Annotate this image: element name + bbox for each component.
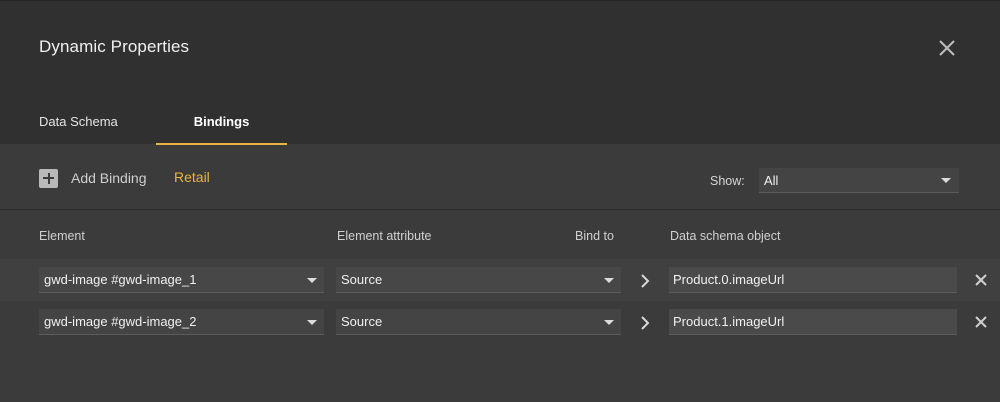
- chevron-right-icon[interactable]: [636, 272, 654, 290]
- chevron-down-icon: [307, 320, 317, 325]
- remove-binding-icon[interactable]: [973, 272, 989, 288]
- binding-row: gwd-image #gwd-image_2 Source Product.1.…: [0, 301, 1000, 343]
- remove-binding-icon[interactable]: [973, 314, 989, 330]
- column-header-bind-to: Bind to: [575, 229, 614, 243]
- dynamic-properties-dialog: Dynamic Properties Data Schema Bindings …: [0, 0, 1000, 402]
- chevron-right-icon[interactable]: [636, 314, 654, 332]
- tab-bindings-label: Bindings: [193, 113, 250, 129]
- data-object-input[interactable]: Product.0.imageUrl: [669, 267, 957, 293]
- column-header-data-object: Data schema object: [670, 229, 781, 243]
- chevron-down-icon: [941, 178, 951, 183]
- bindings-toolbar: Add Binding Retail Show: All: [0, 144, 1000, 210]
- data-object-input[interactable]: Product.1.imageUrl: [669, 309, 957, 335]
- plus-box-icon: [39, 168, 58, 188]
- data-object-value: Product.0.imageUrl: [673, 272, 785, 287]
- toolbar-divider: [0, 209, 1000, 210]
- show-filter-value: All: [764, 173, 779, 188]
- tab-bindings[interactable]: Bindings: [156, 97, 287, 145]
- show-filter-select[interactable]: All: [759, 168, 959, 193]
- element-value: gwd-image #gwd-image_2: [44, 314, 197, 329]
- column-header-element: Element: [39, 229, 85, 243]
- element-select[interactable]: gwd-image #gwd-image_2: [39, 309, 324, 335]
- binding-row: gwd-image #gwd-image_1 Source Product.0.…: [0, 259, 1000, 301]
- element-value: gwd-image #gwd-image_1: [44, 272, 197, 287]
- element-select[interactable]: gwd-image #gwd-image_1: [39, 267, 324, 293]
- column-header-attribute: Element attribute: [337, 229, 432, 243]
- chevron-down-icon: [604, 320, 614, 325]
- attribute-value: Source: [341, 272, 383, 287]
- data-object-value: Product.1.imageUrl: [673, 314, 785, 329]
- close-icon[interactable]: [936, 37, 958, 59]
- retail-link[interactable]: Retail: [174, 169, 210, 185]
- show-filter-label: Show:: [710, 174, 745, 188]
- attribute-select[interactable]: Source: [336, 309, 621, 335]
- chevron-down-icon: [307, 278, 317, 283]
- add-binding-button[interactable]: Add Binding: [39, 168, 147, 188]
- add-binding-label: Add Binding: [71, 170, 147, 186]
- dialog-title: Dynamic Properties: [39, 37, 190, 56]
- dialog-header: Dynamic Properties Data Schema Bindings: [0, 0, 1000, 145]
- attribute-select[interactable]: Source: [336, 267, 621, 293]
- tab-data-schema-label: Data Schema: [39, 113, 118, 129]
- tab-data-schema[interactable]: Data Schema: [0, 97, 156, 145]
- chevron-down-icon: [604, 278, 614, 283]
- attribute-value: Source: [341, 314, 383, 329]
